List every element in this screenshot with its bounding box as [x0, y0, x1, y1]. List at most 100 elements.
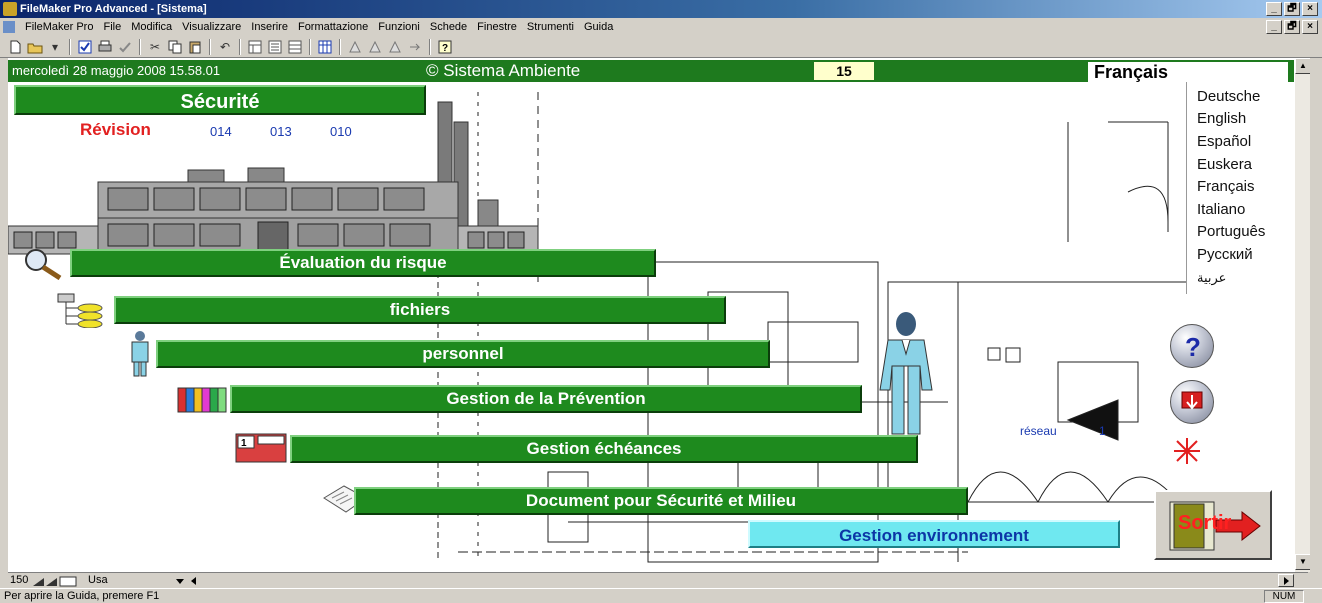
- language-arabic[interactable]: عربية: [1197, 270, 1226, 286]
- status-bar: Per aprire la Guida, premere F1 NUM: [0, 588, 1322, 603]
- revision-014-link[interactable]: 014: [210, 124, 232, 139]
- language-francais[interactable]: Français: [1197, 178, 1255, 195]
- document-securite-milieu-button[interactable]: Document pour Sécurité et Milieu: [354, 487, 968, 515]
- main-layout: mercoledì 28 maggio 2008 15.58.01 © Sist…: [8, 58, 1294, 572]
- new-file-icon[interactable]: [6, 38, 24, 56]
- binders-icon: [177, 387, 227, 413]
- doc-minimize-button[interactable]: _: [1266, 20, 1282, 34]
- form-view-icon[interactable]: [266, 38, 284, 56]
- find-icon[interactable]: [366, 38, 384, 56]
- close-button[interactable]: ×: [1302, 2, 1318, 16]
- revision-010-link[interactable]: 010: [330, 124, 352, 139]
- print-icon[interactable]: [96, 38, 114, 56]
- menu-modifica[interactable]: Modifica: [126, 18, 177, 36]
- download-arrow-icon: [1181, 391, 1203, 410]
- toolbar-separator: [69, 38, 71, 55]
- file-cabinet-icon: [57, 293, 103, 328]
- gestion-environnement-button[interactable]: Gestion environnement: [748, 520, 1120, 548]
- paste-icon[interactable]: [186, 38, 204, 56]
- layout-mode-select[interactable]: Usa: [88, 574, 108, 586]
- menu-formattazione[interactable]: Formattazione: [293, 18, 373, 36]
- securite-title-button[interactable]: Sécurité: [14, 85, 426, 115]
- scroll-down-arrow-icon[interactable]: ▼: [1295, 554, 1311, 570]
- menu-funzioni[interactable]: Funzioni: [373, 18, 425, 36]
- asterisk-icon[interactable]: [1170, 436, 1204, 466]
- spellcheck-icon[interactable]: [116, 38, 134, 56]
- menu-guida[interactable]: Guida: [579, 18, 618, 36]
- toolbar: ▾ ✂ ↶ ?: [0, 36, 1322, 58]
- checkbox-icon[interactable]: [76, 38, 94, 56]
- bottom-toolbar: 150 Usa: [8, 572, 1308, 588]
- window-right-edge: [1310, 58, 1322, 572]
- svg-text:?: ?: [442, 43, 448, 54]
- minimize-button[interactable]: _: [1266, 2, 1282, 16]
- copy-icon[interactable]: [166, 38, 184, 56]
- menu-visualizzare[interactable]: Visualizzare: [177, 18, 246, 36]
- num-lock-indicator: NUM: [1264, 590, 1304, 603]
- toolbar-separator: [339, 38, 341, 55]
- question-mark-icon: ?: [1185, 332, 1201, 360]
- list-view-icon[interactable]: [286, 38, 304, 56]
- open-folder-icon[interactable]: [26, 38, 44, 56]
- window-title: FileMaker Pro Advanced - [Sistema]: [20, 3, 207, 15]
- personnel-button[interactable]: personnel: [156, 340, 770, 368]
- undo-icon[interactable]: ↶: [216, 38, 234, 56]
- mode-icons[interactable]: [32, 575, 82, 587]
- svg-text:1: 1: [241, 438, 247, 449]
- help-button[interactable]: ?: [1170, 324, 1214, 368]
- menu-finestre[interactable]: Finestre: [472, 18, 522, 36]
- menu-file[interactable]: File: [98, 18, 126, 36]
- person-icon: [131, 331, 149, 377]
- evaluation-risque-button[interactable]: Évaluation du risque: [70, 249, 656, 277]
- layout-icon[interactable]: [246, 38, 264, 56]
- svg-text:?: ?: [1185, 332, 1201, 360]
- toolbar-separator: [209, 38, 211, 55]
- toolbar-separator: [239, 38, 241, 55]
- fichiers-button[interactable]: fichiers: [114, 296, 726, 324]
- worker-figure-icon: [879, 312, 933, 435]
- download-button[interactable]: [1170, 380, 1214, 424]
- gestion-echeances-button[interactable]: Gestion échéances: [290, 435, 918, 463]
- scroll-right-arrow-icon[interactable]: [1278, 574, 1294, 587]
- doc-close-button[interactable]: ×: [1302, 20, 1318, 34]
- language-italiano[interactable]: Italiano: [1197, 201, 1245, 218]
- language-list: Deutsche English Español Euskera Françai…: [1186, 82, 1294, 294]
- help-icon[interactable]: ?: [436, 38, 454, 56]
- document-window-controls: _ 🗗 ×: [1266, 20, 1318, 34]
- current-language[interactable]: Français: [1088, 62, 1288, 82]
- menu-filemaker-pro[interactable]: FileMaker Pro: [20, 18, 98, 36]
- mode-dropdown-arrow-icon[interactable]: [174, 575, 204, 587]
- sortir-label: Sortir: [1178, 512, 1232, 534]
- restore-button[interactable]: 🗗: [1284, 2, 1300, 16]
- table-view-icon[interactable]: [316, 38, 334, 56]
- script-icon[interactable]: [346, 38, 364, 56]
- gestion-prevention-button[interactable]: Gestion de la Prévention: [230, 385, 862, 413]
- vertical-scrollbar[interactable]: ▲ ▼: [1294, 58, 1311, 572]
- revision-label: Révision: [80, 120, 151, 139]
- scroll-up-arrow-icon[interactable]: ▲: [1295, 58, 1311, 74]
- language-portugues[interactable]: Português: [1197, 223, 1265, 240]
- language-english[interactable]: English: [1197, 110, 1246, 127]
- language-deutsche[interactable]: Deutsche: [1197, 88, 1260, 105]
- language-euskera[interactable]: Euskera: [1197, 156, 1252, 173]
- cut-icon[interactable]: ✂: [146, 38, 164, 56]
- sortir-button[interactable]: Sortir: [1154, 490, 1272, 560]
- window-controls: _ 🗗 ×: [1266, 2, 1318, 16]
- replace-icon[interactable]: [406, 38, 424, 56]
- language-espanol[interactable]: Español: [1197, 133, 1251, 150]
- app-title: © Sistema Ambiente: [426, 61, 581, 80]
- language-russian[interactable]: Русский: [1197, 246, 1253, 263]
- status-text: Per aprire la Guida, premere F1: [4, 590, 160, 602]
- menu-strumenti[interactable]: Strumenti: [522, 18, 579, 36]
- date-time: mercoledì 28 maggio 2008 15.58.01: [12, 63, 221, 78]
- document-icon[interactable]: [3, 21, 15, 33]
- zoom-level[interactable]: 150: [10, 574, 28, 586]
- dropdown-arrow-icon[interactable]: ▾: [46, 38, 64, 56]
- window-titlebar: FileMaker Pro Advanced - [Sistema] _ 🗗 ×: [0, 0, 1322, 18]
- sort-icon[interactable]: [386, 38, 404, 56]
- toolbar-separator: [309, 38, 311, 55]
- menu-schede[interactable]: Schede: [425, 18, 472, 36]
- revision-013-link[interactable]: 013: [270, 124, 292, 139]
- doc-restore-button[interactable]: 🗗: [1284, 20, 1300, 34]
- menu-inserire[interactable]: Inserire: [246, 18, 293, 36]
